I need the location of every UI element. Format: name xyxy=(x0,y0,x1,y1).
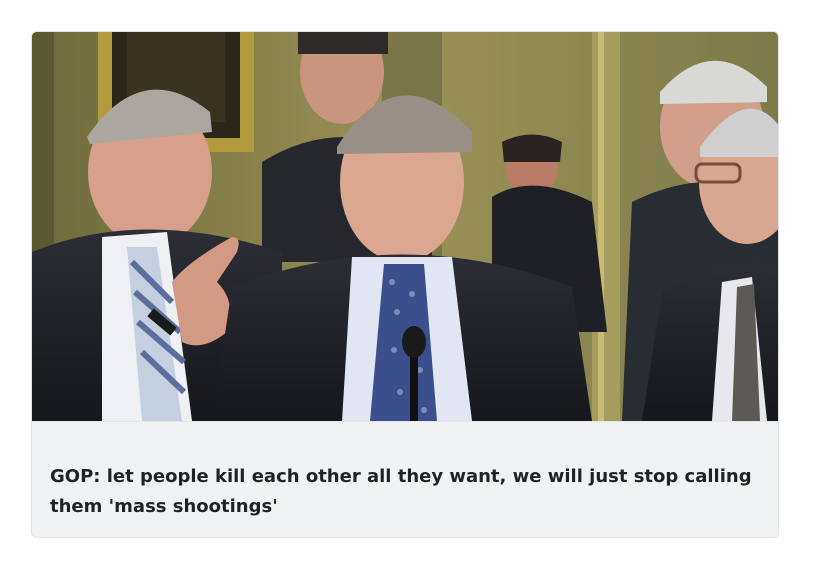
post-title[interactable]: GOP: let people kill each other all they… xyxy=(50,462,762,522)
news-photo[interactable] xyxy=(32,32,778,421)
link-card[interactable]: GOP: let people kill each other all they… xyxy=(31,31,779,538)
card-body: GOP: let people kill each other all they… xyxy=(32,421,778,537)
photo-illustration xyxy=(32,32,778,421)
